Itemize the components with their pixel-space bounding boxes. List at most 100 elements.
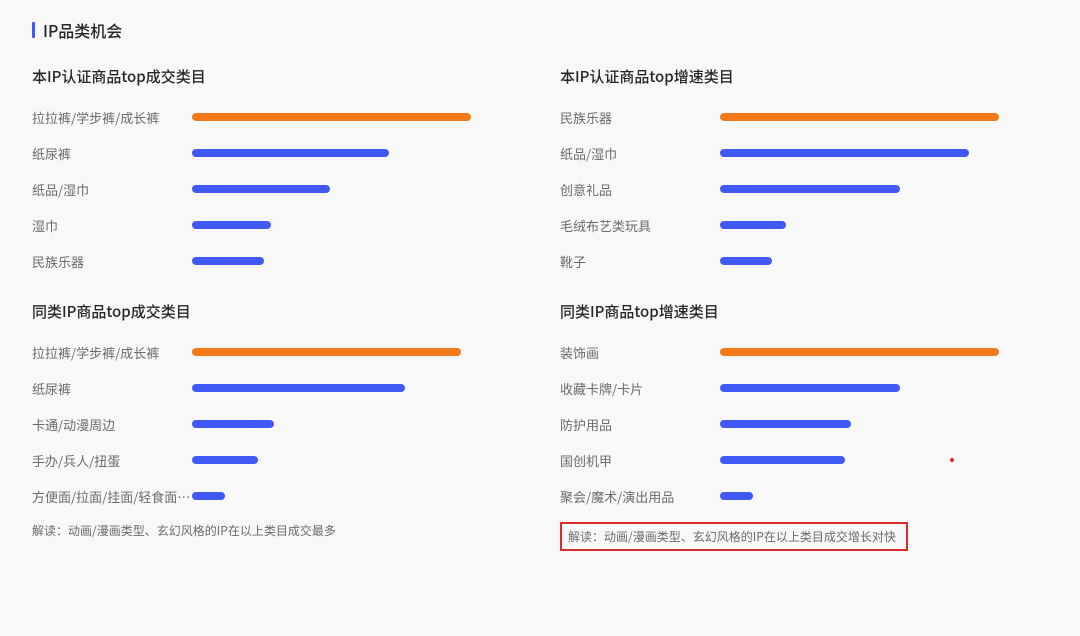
bar-track [192, 221, 520, 229]
bar-label: 纸尿裤 [32, 144, 192, 163]
bar-track [720, 221, 1048, 229]
page-title: IP品类机会 [32, 18, 1048, 42]
bar-fill [192, 113, 471, 121]
bar-label: 装饰画 [560, 343, 720, 362]
bar-track [720, 185, 1048, 193]
page-root: IP品类机会 本IP认证商品top成交类目 拉拉裤/学步裤/成长裤 纸尿裤 [0, 0, 1080, 563]
bar-track [192, 185, 520, 193]
bar-label: 湿巾 [32, 216, 192, 235]
bar-fill [192, 420, 274, 428]
bar-row: 纸尿裤 [32, 376, 520, 400]
bar-label: 拉拉裤/学步裤/成长裤 [32, 108, 192, 127]
bar-fill [720, 257, 772, 265]
title-marker-icon [32, 22, 35, 38]
bar-fill [720, 492, 753, 500]
bar-track [720, 257, 1048, 265]
page-title-text: IP品类机会 [43, 18, 122, 42]
bar-track [720, 384, 1048, 392]
bar-fill [192, 221, 271, 229]
bar-row: 手办/兵人/扭蛋 [32, 448, 520, 472]
panel-top-transaction: 本IP认证商品top成交类目 拉拉裤/学步裤/成长裤 纸尿裤 纸品/湿巾 [32, 66, 520, 273]
bar-fill [720, 420, 851, 428]
bar-fill [192, 185, 330, 193]
panel-title: 同类IP商品top增速类目 [560, 301, 1048, 322]
bar-label: 纸尿裤 [32, 379, 192, 398]
bar-row: 纸品/湿巾 [560, 141, 1048, 165]
bar-track [192, 456, 520, 464]
bar-track [720, 492, 1048, 500]
bar-row: 聚会/魔术/演出用品 [560, 484, 1048, 508]
bar-track [192, 149, 520, 157]
bar-label: 方便面/拉面/挂面/轻食面速食 [32, 487, 192, 506]
bar-fill [192, 149, 389, 157]
panel-title: 本IP认证商品top增速类目 [560, 66, 1048, 87]
bar-fill [720, 221, 786, 229]
bar-label: 卡通/动漫周边 [32, 415, 192, 434]
bar-list: 拉拉裤/学步裤/成长裤 纸尿裤 纸品/湿巾 [32, 105, 520, 273]
bar-row: 纸品/湿巾 [32, 177, 520, 201]
bar-fill [192, 348, 461, 356]
bar-fill [720, 113, 999, 121]
bar-row: 民族乐器 [32, 249, 520, 273]
bar-row: 拉拉裤/学步裤/成长裤 [32, 105, 520, 129]
bar-row: 毛绒布艺类玩具 [560, 213, 1048, 237]
bar-label: 民族乐器 [32, 252, 192, 271]
bar-label: 民族乐器 [560, 108, 720, 127]
bar-track [192, 384, 520, 392]
bar-track [192, 113, 520, 121]
bar-fill [192, 384, 405, 392]
bar-row: 民族乐器 [560, 105, 1048, 129]
bar-label: 聚会/魔术/演出用品 [560, 487, 720, 506]
bar-label: 靴子 [560, 252, 720, 271]
bar-row: 拉拉裤/学步裤/成长裤 [32, 340, 520, 364]
bar-label: 收藏卡牌/卡片 [560, 379, 720, 398]
bar-track [720, 113, 1048, 121]
panel-footnote-highlighted: 解读：动画/漫画类型、玄幻风格的IP在以上类目成交增长对快 [560, 522, 908, 551]
bar-row: 卡通/动漫周边 [32, 412, 520, 436]
bar-fill [720, 348, 999, 356]
bar-label: 纸品/湿巾 [560, 144, 720, 163]
bar-label: 国创机甲 [560, 451, 720, 470]
bar-row: 创意礼品 [560, 177, 1048, 201]
marker-dot-icon [950, 458, 954, 462]
panel-similar-transaction: 同类IP商品top成交类目 拉拉裤/学步裤/成长裤 纸尿裤 卡通/动漫周边 [32, 301, 520, 551]
panel-top-growth: 本IP认证商品top增速类目 民族乐器 纸品/湿巾 创意礼品 [560, 66, 1048, 273]
panel-title: 同类IP商品top成交类目 [32, 301, 520, 322]
bar-row: 方便面/拉面/挂面/轻食面速食 [32, 484, 520, 508]
panel-footnote: 解读：动画/漫画类型、玄幻风格的IP在以上类目成交最多 [32, 522, 520, 539]
bar-track [192, 257, 520, 265]
bar-list: 拉拉裤/学步裤/成长裤 纸尿裤 卡通/动漫周边 [32, 340, 520, 508]
bar-fill [720, 384, 900, 392]
bar-track [192, 492, 520, 500]
bar-fill [720, 185, 900, 193]
bar-fill [720, 149, 969, 157]
bar-fill [720, 456, 845, 464]
bar-fill [192, 257, 264, 265]
bar-label: 拉拉裤/学步裤/成长裤 [32, 343, 192, 362]
bar-track [720, 348, 1048, 356]
panel-similar-growth: 同类IP商品top增速类目 装饰画 收藏卡牌/卡片 防护用品 [560, 301, 1048, 551]
panel-title: 本IP认证商品top成交类目 [32, 66, 520, 87]
bar-fill [192, 456, 258, 464]
bar-row: 装饰画 [560, 340, 1048, 364]
bar-row: 湿巾 [32, 213, 520, 237]
bar-label: 手办/兵人/扭蛋 [32, 451, 192, 470]
bar-label: 防护用品 [560, 415, 720, 434]
bar-list: 装饰画 收藏卡牌/卡片 防护用品 [560, 340, 1048, 508]
bar-row: 国创机甲 [560, 448, 1048, 472]
bar-track [720, 149, 1048, 157]
bar-track [192, 348, 520, 356]
bar-label: 纸品/湿巾 [32, 180, 192, 199]
bar-list: 民族乐器 纸品/湿巾 创意礼品 [560, 105, 1048, 273]
bar-label: 创意礼品 [560, 180, 720, 199]
bar-track [192, 420, 520, 428]
bar-label: 毛绒布艺类玩具 [560, 216, 720, 235]
bar-row: 防护用品 [560, 412, 1048, 436]
bar-row: 纸尿裤 [32, 141, 520, 165]
bar-row: 靴子 [560, 249, 1048, 273]
bar-fill [192, 492, 225, 500]
bar-track [720, 420, 1048, 428]
bar-track [720, 456, 1048, 464]
bar-row: 收藏卡牌/卡片 [560, 376, 1048, 400]
panels-grid: 本IP认证商品top成交类目 拉拉裤/学步裤/成长裤 纸尿裤 纸品/湿巾 [32, 66, 1048, 551]
